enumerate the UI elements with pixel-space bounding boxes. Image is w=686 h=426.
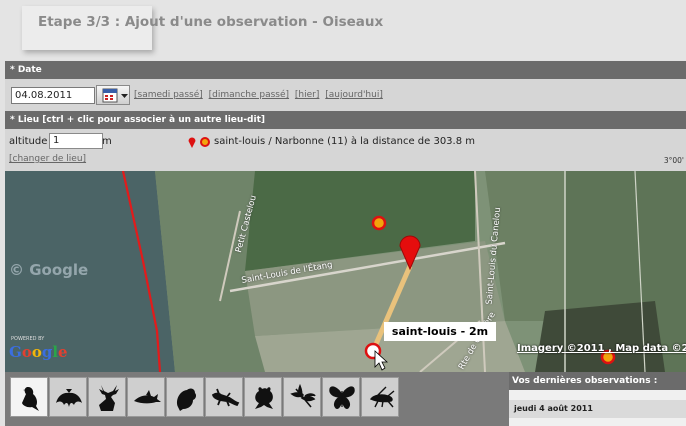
- link-aujourdhui[interactable]: [aujourd'hui]: [325, 90, 383, 100]
- taxon-button-bats[interactable]: [49, 377, 87, 417]
- taxon-button-birds[interactable]: [10, 377, 48, 417]
- taxon-button-reptiles[interactable]: [205, 377, 243, 417]
- taxon-button-orthoptera[interactable]: [361, 377, 399, 417]
- chevron-down-icon: [121, 94, 128, 98]
- page-header: Etape 3/3 : Ajout d'une observation - Oi…: [0, 0, 686, 60]
- calendar-button[interactable]: [96, 85, 130, 105]
- map-imagery: [5, 171, 686, 372]
- location-dot-icon: [200, 137, 210, 147]
- date-row: 04.08.2011 [samedi passé] [dimanche pass…: [5, 79, 686, 111]
- date-quick-links: [samedi passé] [dimanche passé] [hier] […: [134, 90, 386, 100]
- taxon-button-rodents[interactable]: [166, 377, 204, 417]
- location-description: saint-louis / Narbonne (11) à la distanc…: [214, 136, 476, 147]
- bird-icon: [22, 387, 39, 411]
- link-hier[interactable]: [hier]: [295, 90, 319, 100]
- date-input[interactable]: 04.08.2011: [11, 87, 95, 104]
- calendar-icon: [102, 88, 128, 103]
- map-watermark: © Google: [9, 261, 89, 279]
- observation-point-icon: [371, 215, 387, 231]
- taxon-button-mammals[interactable]: [88, 377, 126, 417]
- altitude-label: altitude: [9, 136, 48, 147]
- taxon-button-butterflies[interactable]: [322, 377, 360, 417]
- lieu-section-header: * Lieu [ctrl + clic pour associer à un a…: [5, 111, 686, 129]
- link-samedi-passe[interactable]: [samedi passé]: [134, 90, 203, 100]
- rodent-icon: [177, 388, 197, 411]
- satellite-map[interactable]: © Google Petit Castelou Saint-Louis de l…: [5, 171, 686, 372]
- grasshopper-icon: [369, 386, 395, 408]
- dragonfly-icon: [290, 383, 316, 408]
- date-section-header: * Date: [5, 61, 686, 79]
- recent-observations-panel: Vos dernières observations : jeudi 4 aoû…: [509, 372, 686, 426]
- dolphin-icon: [134, 390, 161, 404]
- recent-observations-header: Vos dernières observations :: [509, 372, 686, 390]
- change-location-link[interactable]: [changer de lieu]: [9, 154, 86, 164]
- page-title: Etape 3/3 : Ajout d'une observation - Oi…: [38, 14, 384, 30]
- taxon-toolbar: [5, 372, 509, 426]
- altitude-input[interactable]: 1: [49, 133, 103, 149]
- taxon-button-marine-mammals[interactable]: [127, 377, 165, 417]
- powered-by-label: POWERED BY: [11, 336, 45, 342]
- deer-icon: [99, 385, 119, 411]
- lieu-row: altitude 1 m saint-louis / Narbonne (11)…: [5, 129, 686, 171]
- coordinate-label: 3°00': [663, 156, 684, 165]
- observation-date[interactable]: jeudi 4 août 2011: [509, 400, 686, 418]
- map-pin-icon: [188, 137, 196, 148]
- altitude-unit: m: [102, 136, 112, 147]
- lizard-icon: [211, 388, 240, 407]
- link-dimanche-passe[interactable]: [dimanche passé]: [209, 90, 289, 100]
- google-logo: Google: [9, 343, 68, 361]
- marker-label: saint-louis - 2m: [384, 322, 496, 341]
- taxon-button-odonates[interactable]: [283, 377, 321, 417]
- butterfly-icon: [329, 386, 355, 409]
- bat-icon: [56, 389, 82, 407]
- frog-icon: [255, 387, 273, 409]
- map-attribution[interactable]: Imagery ©2011 , Map data ©2011: [517, 343, 686, 354]
- taxon-button-amphibians[interactable]: [244, 377, 282, 417]
